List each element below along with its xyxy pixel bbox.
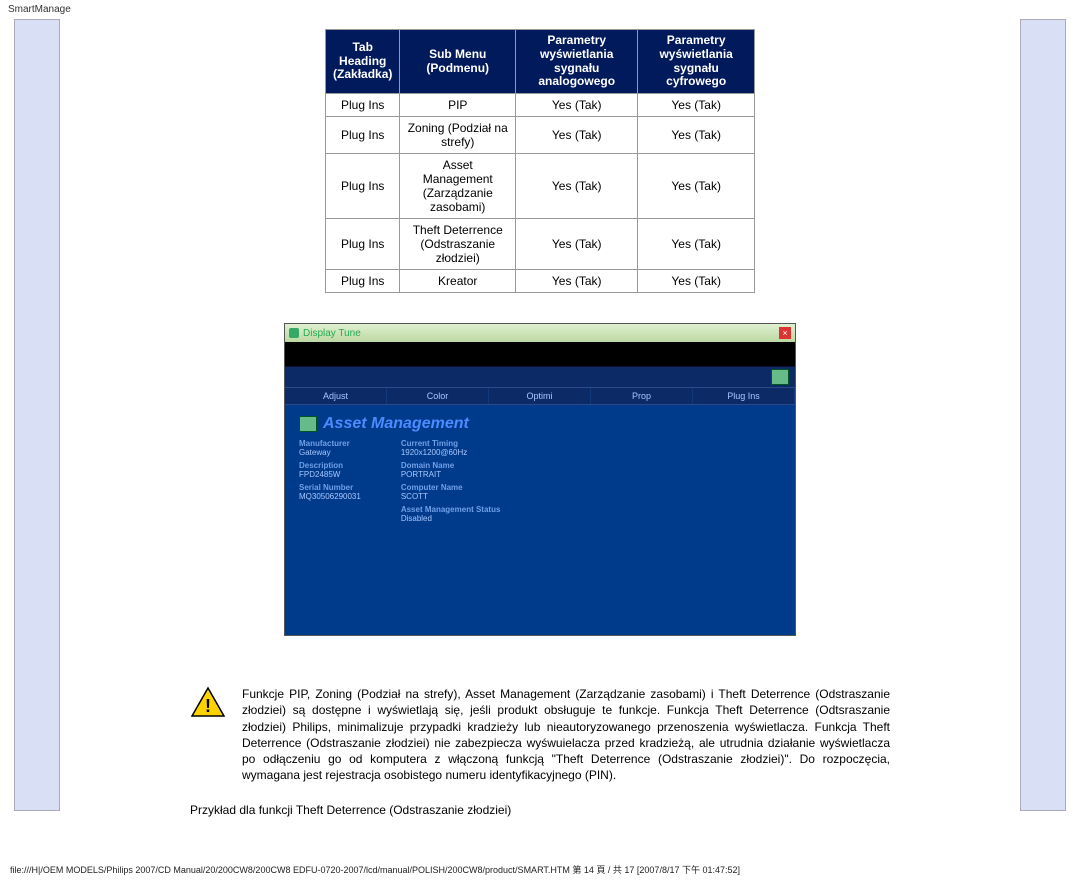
cell: Yes (Tak) (638, 219, 755, 270)
black-bar (285, 342, 795, 367)
lbl: Current Timing (401, 439, 501, 448)
warning-row: ! Funkcje PIP, Zoning (Podział na strefy… (190, 686, 890, 783)
cell: Yes (Tak) (516, 219, 638, 270)
cell: Yes (Tak) (516, 117, 638, 154)
svg-text:!: ! (205, 696, 211, 716)
panel-body: Asset Management Manufacturer Gateway De… (285, 405, 795, 635)
table-row: Plug InsZoning (Podział na strefy)Yes (T… (326, 117, 755, 154)
val: FPD2485W (299, 470, 361, 479)
val: SCOTT (401, 492, 501, 501)
cell: Yes (Tak) (516, 270, 638, 293)
val: MQ30506290031 (299, 492, 361, 501)
left-sidebar (14, 19, 60, 811)
app-icon (289, 328, 299, 338)
right-col: Current Timing 1920x1200@60Hz Domain Nam… (401, 439, 501, 527)
cell: Yes (Tak) (638, 94, 755, 117)
cell: Zoning (Podział na strefy) (400, 117, 516, 154)
col-header: Parametry wyświetlania sygnału cyfrowego (638, 30, 755, 94)
panel-heading: Asset Management (299, 415, 781, 433)
cell: Plug Ins (326, 219, 400, 270)
val: PORTRAIT (401, 470, 501, 479)
window-title: Display Tune (303, 328, 361, 339)
feature-table: Tab Heading (Zakładka)Sub Menu (Podmenu)… (325, 29, 755, 293)
warning-icon: ! (190, 686, 226, 718)
cell: PIP (400, 94, 516, 117)
tab[interactable]: Adjust (285, 388, 387, 404)
lbl: Asset Management Status (401, 505, 501, 514)
example-line: Przykład dla funkcji Theft Deterrence (O… (190, 803, 890, 817)
val: Disabled (401, 514, 501, 523)
cell: Asset Management (Zarządzanie zasobami) (400, 154, 516, 219)
window-titlebar: Display Tune × (285, 324, 795, 342)
col-header: Tab Heading (Zakładka) (326, 30, 400, 94)
lbl: Manufacturer (299, 439, 361, 448)
cell: Kreator (400, 270, 516, 293)
cell: Plug Ins (326, 154, 400, 219)
val: 1920x1200@60Hz (401, 448, 501, 457)
footer-path: file:///H|/OEM MODELS/Philips 2007/CD Ma… (0, 857, 1080, 882)
warning-text: Funkcje PIP, Zoning (Podział na strefy),… (242, 686, 890, 783)
table-row: Plug InsTheft Deterrence (Odstraszanie z… (326, 219, 755, 270)
tab[interactable]: Color (387, 388, 489, 404)
cell: Theft Deterrence (Odstraszanie złodziei) (400, 219, 516, 270)
cell: Yes (Tak) (638, 270, 755, 293)
panel-icon (299, 416, 317, 432)
table-row: Plug InsAsset Management (Zarządzanie za… (326, 154, 755, 219)
val: Gateway (299, 448, 361, 457)
cell: Plug Ins (326, 117, 400, 154)
lbl: Computer Name (401, 483, 501, 492)
cell: Plug Ins (326, 270, 400, 293)
icon-row (285, 367, 795, 387)
right-sidebar (1020, 19, 1066, 811)
toolbar-icon[interactable] (771, 369, 789, 385)
main-column: Tab Heading (Zakładka)Sub Menu (Podmenu)… (190, 19, 890, 817)
page-wrap: Tab Heading (Zakładka)Sub Menu (Podmenu)… (0, 19, 1080, 817)
lbl: Description (299, 461, 361, 470)
tab[interactable]: Prop (591, 388, 693, 404)
col-header: Sub Menu (Podmenu) (400, 30, 516, 94)
tab[interactable]: Optimi (489, 388, 591, 404)
cell: Yes (Tak) (516, 154, 638, 219)
lbl: Serial Number (299, 483, 361, 492)
table-row: Plug InsPIPYes (Tak)Yes (Tak) (326, 94, 755, 117)
panel-heading-text: Asset Management (323, 415, 469, 433)
cell: Yes (Tak) (638, 154, 755, 219)
left-col: Manufacturer Gateway Description FPD2485… (299, 439, 361, 527)
col-header: Parametry wyświetlania sygnału analogowe… (516, 30, 638, 94)
cell: Yes (Tak) (638, 117, 755, 154)
table-row: Plug InsKreatorYes (Tak)Yes (Tak) (326, 270, 755, 293)
lbl: Domain Name (401, 461, 501, 470)
cell: Yes (Tak) (516, 94, 638, 117)
close-icon[interactable]: × (779, 327, 791, 339)
tab[interactable]: Plug Ins (693, 388, 795, 404)
tab-row: AdjustColorOptimiPropPlug Ins (285, 387, 795, 405)
asset-mgmt-screenshot: Display Tune × AdjustColorOptimiPropPlug… (284, 323, 796, 636)
page-header: SmartManage (0, 0, 1080, 19)
cell: Plug Ins (326, 94, 400, 117)
